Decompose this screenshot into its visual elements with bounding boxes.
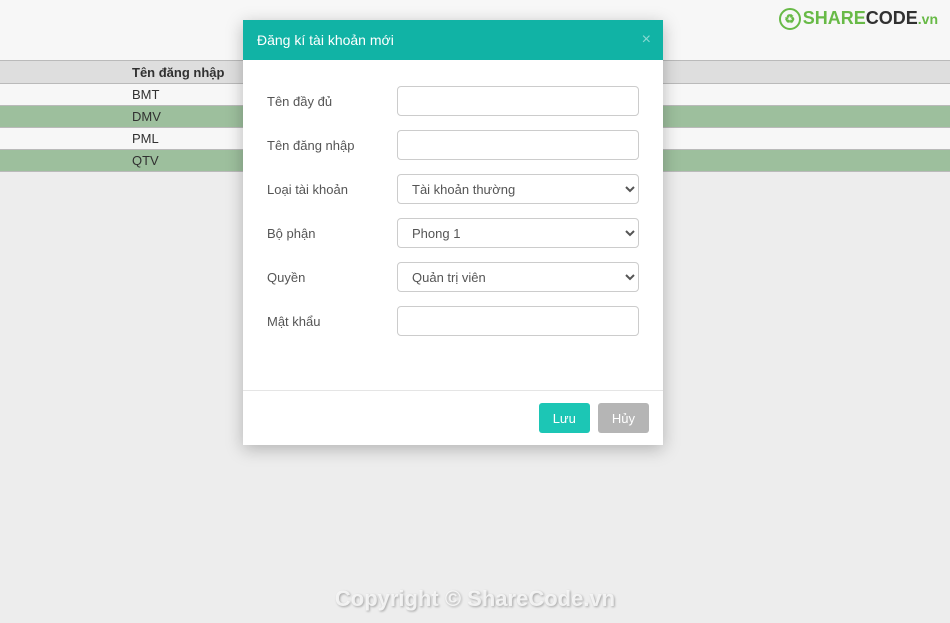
modal-title: Đăng kí tài khoản mới xyxy=(257,32,394,48)
label-dept: Bộ phận xyxy=(267,226,397,241)
row-username: Tên đăng nhập xyxy=(267,130,639,160)
dept-select[interactable]: Phong 1 xyxy=(397,218,639,248)
label-username: Tên đăng nhập xyxy=(267,138,397,153)
row-acctype: Loại tài khoản Tài khoản thường xyxy=(267,174,639,204)
acctype-select[interactable]: Tài khoản thường xyxy=(397,174,639,204)
password-input[interactable] xyxy=(397,306,639,336)
cancel-button[interactable]: Hủy xyxy=(598,403,649,433)
label-password: Mật khẩu xyxy=(267,314,397,329)
close-icon[interactable]: × xyxy=(642,31,651,49)
label-acctype: Loại tài khoản xyxy=(267,182,397,197)
modal-body: Tên đầy đủ Tên đăng nhập Loại tài khoản … xyxy=(243,60,663,390)
username-input[interactable] xyxy=(397,130,639,160)
label-fullname: Tên đầy đủ xyxy=(267,94,397,109)
modal-header: Đăng kí tài khoản mới × xyxy=(243,20,663,60)
register-modal: Đăng kí tài khoản mới × Tên đầy đủ Tên đ… xyxy=(243,20,663,445)
modal-footer: Lưu Hủy xyxy=(243,390,663,445)
row-fullname: Tên đầy đủ xyxy=(267,86,639,116)
row-password: Mật khẩu xyxy=(267,306,639,336)
role-select[interactable]: Quản trị viên xyxy=(397,262,639,292)
row-dept: Bộ phận Phong 1 xyxy=(267,218,639,248)
fullname-input[interactable] xyxy=(397,86,639,116)
label-role: Quyền xyxy=(267,270,397,285)
save-button[interactable]: Lưu xyxy=(539,403,590,433)
row-role: Quyền Quản trị viên xyxy=(267,262,639,292)
